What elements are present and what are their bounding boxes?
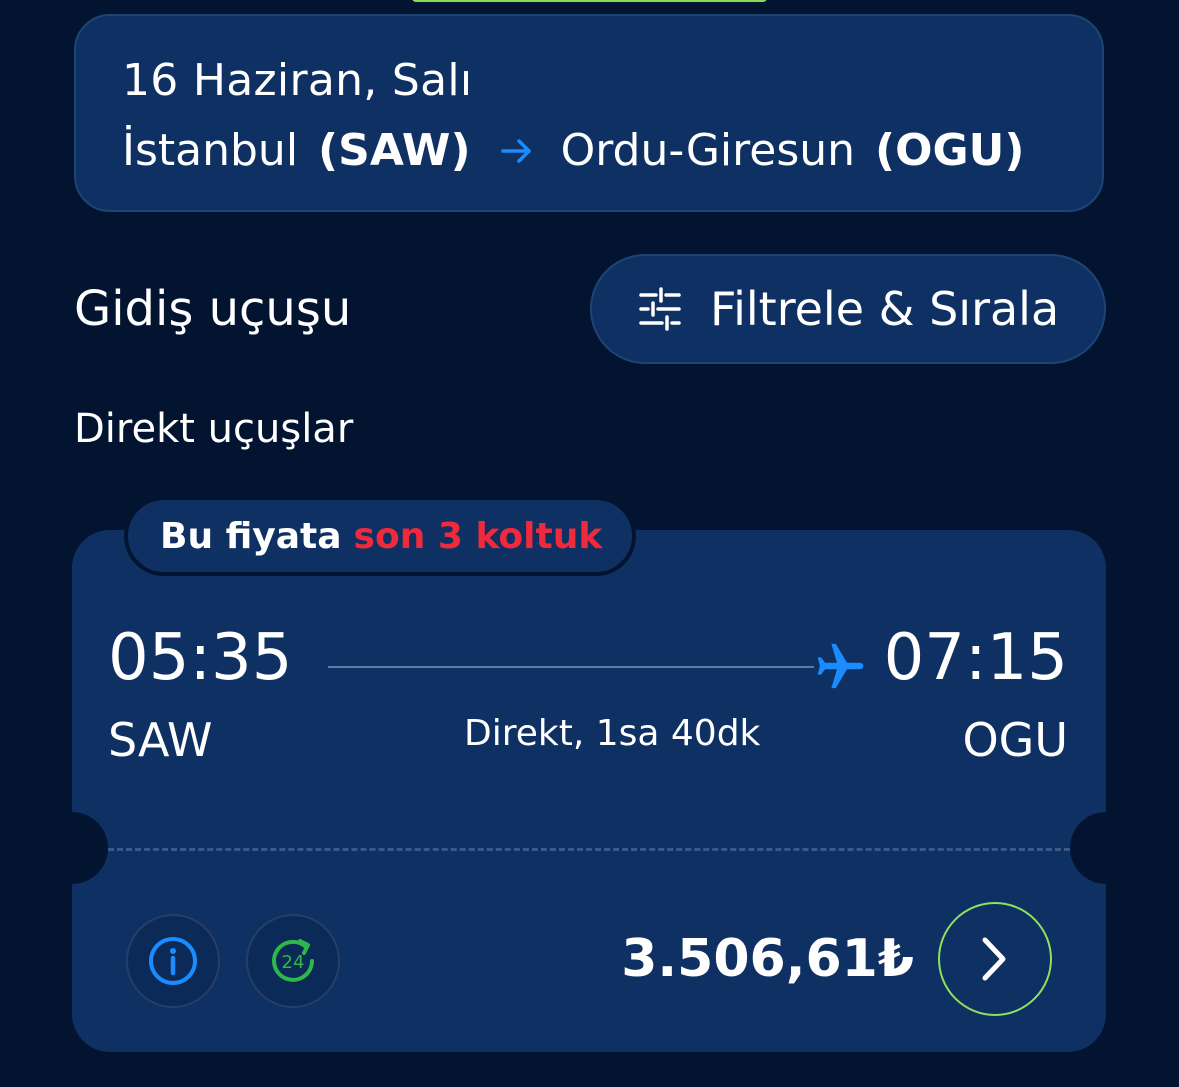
route-line: İstanbul (SAW) Ordu-Giresun (OGU) [122, 124, 1025, 178]
24h-support-icon: 24 [272, 939, 314, 982]
chevron-right-icon [982, 937, 1006, 981]
origin-code: (SAW) [318, 125, 471, 176]
filter-sort-label: Filtrele & Sırala [710, 282, 1060, 336]
badge-prefix: Bu fiyata [160, 515, 342, 557]
route-summary-card[interactable]: 16 Haziran, Salı İstanbul (SAW) Ordu-Gir… [74, 14, 1104, 212]
support-24h-button[interactable]: 24 [246, 914, 340, 1008]
filter-sort-button[interactable]: Filtrele & Sırala [590, 254, 1106, 364]
direct-flights-heading: Direkt uçuşlar [74, 406, 354, 452]
arrow-right-icon [500, 139, 531, 163]
flight-duration: Direkt, 1sa 40dk [464, 713, 761, 754]
info-button[interactable] [126, 914, 220, 1008]
section-title: Gidiş uçuşu [74, 281, 352, 337]
flight-date: 16 Haziran, Salı [122, 55, 473, 106]
select-flight-button[interactable] [938, 902, 1052, 1016]
destination-city: Ordu-Giresun [560, 125, 856, 176]
departure-time: 05:35 [108, 621, 293, 695]
arrival-time: 07:15 [883, 621, 1068, 695]
flight-card[interactable]: 05:35 SAW 07:15 OGU Direkt, 1sa 40dk 24 … [36, 530, 1142, 1052]
origin-city: İstanbul [122, 125, 299, 176]
flight-price: 3.506,61₺ [621, 929, 914, 989]
ticket-notch-right [1070, 812, 1142, 884]
ticket-divider [108, 848, 1070, 851]
plane-icon [817, 643, 864, 689]
info-icon [149, 937, 197, 985]
badge-highlight: son 3 koltuk [353, 515, 603, 557]
ticket-notch-left [36, 812, 108, 884]
arrival-airport-code: OGU [962, 713, 1068, 767]
sliders-icon [639, 287, 681, 331]
departure-airport-code: SAW [108, 713, 213, 767]
last-seats-badge: Bu fiyata son 3 koltuk [124, 496, 637, 576]
destination-code: (OGU) [875, 125, 1025, 176]
flight-path-line [328, 666, 814, 668]
svg-text:24: 24 [282, 952, 305, 973]
top-accent-bar [412, 0, 767, 2]
